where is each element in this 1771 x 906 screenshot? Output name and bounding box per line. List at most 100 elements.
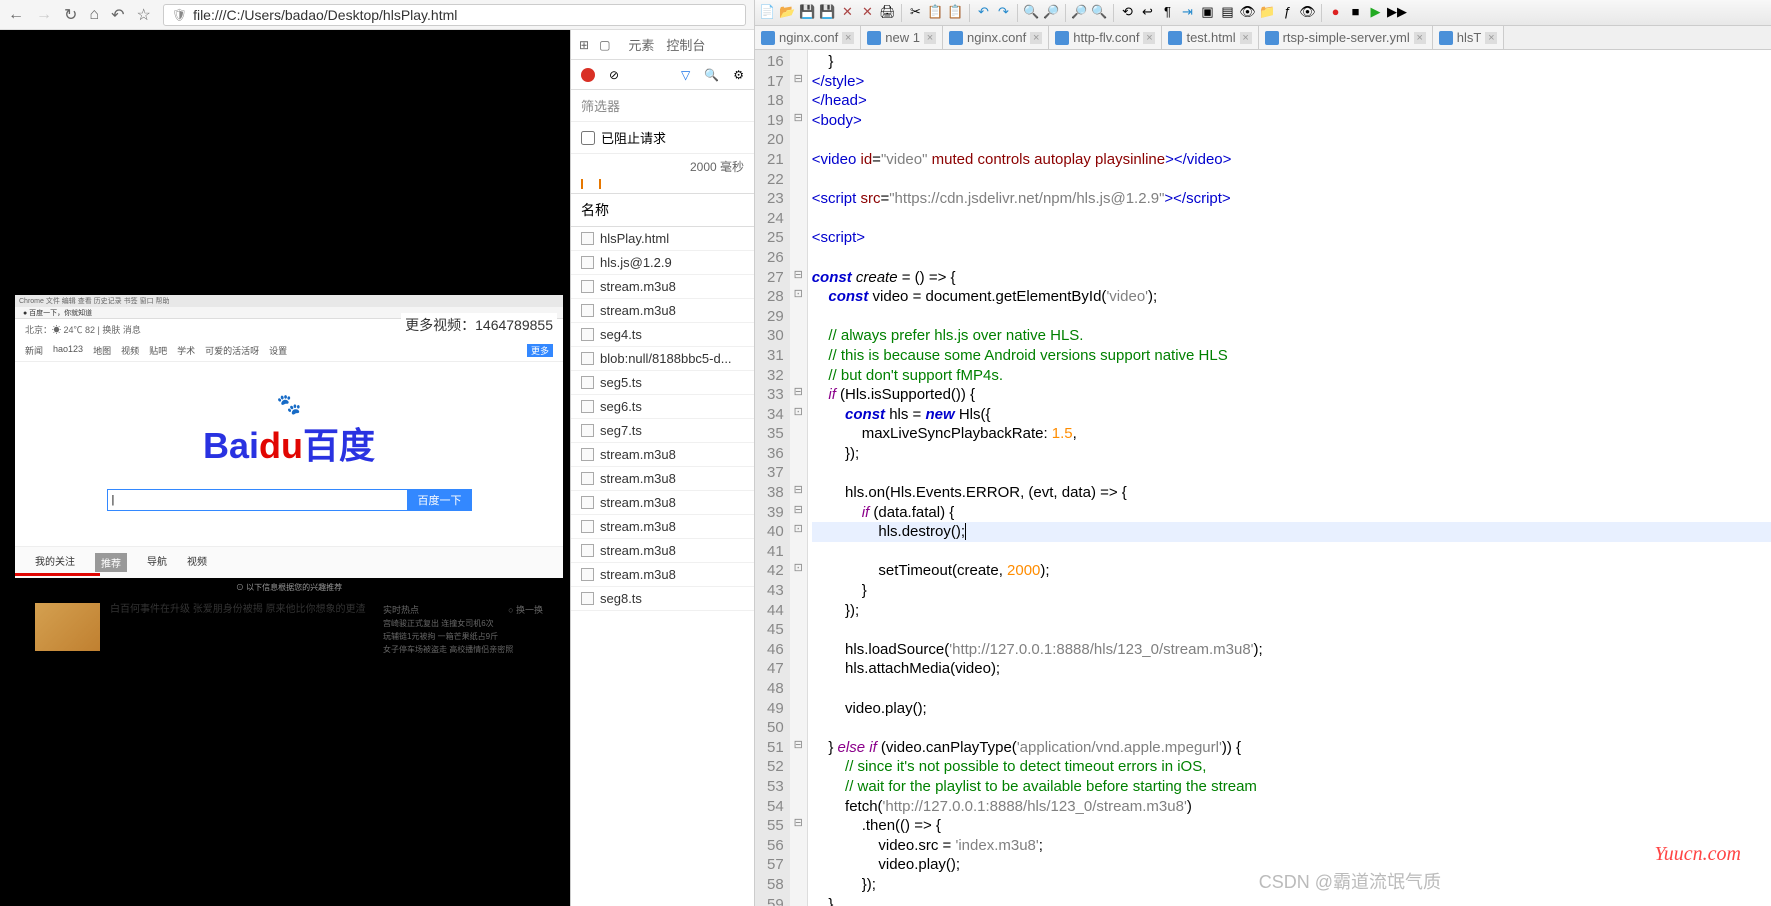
dt-tab[interactable]: 控制台 bbox=[666, 35, 705, 54]
file-tab[interactable]: new 1× bbox=[861, 26, 943, 49]
record-icon[interactable] bbox=[581, 68, 595, 82]
zoomout-icon[interactable]: 🔍 bbox=[1091, 4, 1108, 21]
paste-icon[interactable]: 📋 bbox=[947, 4, 964, 21]
feed-tab[interactable]: 我的关注 bbox=[35, 553, 75, 572]
tab-close-icon[interactable]: × bbox=[924, 32, 936, 44]
network-item[interactable]: stream.m3u8 bbox=[571, 563, 754, 587]
allchars-icon[interactable]: ¶ bbox=[1159, 4, 1176, 21]
nav-more[interactable]: 更多 bbox=[527, 344, 553, 357]
hidden-icon[interactable]: 👁 bbox=[1239, 4, 1256, 21]
rec-icon[interactable]: ● bbox=[1327, 4, 1344, 21]
feed-tab[interactable]: 导航 bbox=[147, 553, 167, 572]
ff-icon[interactable]: ▶▶ bbox=[1387, 4, 1404, 21]
replace-icon[interactable]: 🔎 bbox=[1043, 4, 1060, 21]
network-item[interactable]: stream.m3u8 bbox=[571, 515, 754, 539]
forward-icon[interactable]: → bbox=[36, 6, 52, 24]
copy-icon[interactable]: 📋 bbox=[927, 4, 944, 21]
network-item[interactable]: seg8.ts bbox=[571, 587, 754, 611]
stop-icon[interactable]: ■ bbox=[1347, 4, 1364, 21]
code-area[interactable]: 1617181920212223242526272829303132333435… bbox=[755, 50, 1771, 906]
nav-item[interactable]: 可爱的活活呀 bbox=[205, 344, 259, 357]
fold-icon[interactable]: ▣ bbox=[1199, 4, 1216, 21]
indent-icon[interactable]: ⇥ bbox=[1179, 4, 1196, 21]
dt-tab[interactable]: 元素 bbox=[628, 35, 654, 54]
network-item[interactable]: hlsPlay.html bbox=[571, 227, 754, 251]
redo-icon[interactable]: ↷ bbox=[995, 4, 1012, 21]
network-item[interactable]: stream.m3u8 bbox=[571, 275, 754, 299]
network-item[interactable]: seg7.ts bbox=[571, 419, 754, 443]
network-item[interactable]: hls.js@1.2.9 bbox=[571, 251, 754, 275]
settings-icon[interactable]: ⚙ bbox=[733, 68, 744, 82]
file-tab[interactable]: nginx.conf× bbox=[755, 26, 861, 49]
search-button[interactable]: 百度一下 bbox=[408, 489, 472, 511]
dir-icon[interactable]: 📁 bbox=[1259, 4, 1276, 21]
dock-icon[interactable]: ⊞ bbox=[579, 38, 589, 52]
save-icon[interactable]: 💾 bbox=[799, 4, 816, 21]
device-icon[interactable]: ▢ bbox=[599, 38, 610, 52]
saveall-icon[interactable]: 💾 bbox=[819, 4, 836, 21]
tab-close-icon[interactable]: × bbox=[1143, 32, 1155, 44]
open-icon[interactable]: 📂 bbox=[779, 4, 796, 21]
timeline[interactable]: 2000 毫秒 bbox=[571, 154, 754, 194]
network-item[interactable]: seg4.ts bbox=[571, 323, 754, 347]
undo-icon[interactable]: ↶ bbox=[975, 4, 992, 21]
news-title[interactable]: 白百何事件在升级 张爱朋身份被揭 原来他比你想象的更渣 bbox=[110, 603, 373, 657]
network-item[interactable]: stream.m3u8 bbox=[571, 443, 754, 467]
back-icon[interactable]: ← bbox=[8, 6, 24, 24]
print-icon[interactable]: 🖨 bbox=[879, 4, 896, 21]
new-icon[interactable]: 📄 bbox=[759, 4, 776, 21]
file-tab[interactable]: test.html× bbox=[1162, 26, 1258, 49]
undo-icon[interactable]: ↶ bbox=[111, 5, 124, 25]
home-icon[interactable]: ⌂ bbox=[89, 6, 99, 24]
network-item[interactable]: blob:null/8188bbc5-d... bbox=[571, 347, 754, 371]
play-icon[interactable]: ▶ bbox=[1367, 4, 1384, 21]
search-input[interactable] bbox=[107, 489, 408, 511]
reload-icon[interactable]: ↻ bbox=[64, 5, 77, 25]
tab-close-icon[interactable]: × bbox=[1485, 32, 1497, 44]
network-item[interactable]: stream.m3u8 bbox=[571, 299, 754, 323]
star-icon[interactable]: ☆ bbox=[136, 5, 150, 25]
network-item[interactable]: stream.m3u8 bbox=[571, 539, 754, 563]
file-tab[interactable]: http-flv.conf× bbox=[1049, 26, 1162, 49]
clear-icon[interactable]: ⊘ bbox=[609, 68, 619, 82]
nav-item[interactable]: 视频 bbox=[121, 344, 139, 357]
file-tab[interactable]: rtsp-simple-server.yml× bbox=[1259, 26, 1433, 49]
monitor-icon[interactable]: 👁 bbox=[1299, 4, 1316, 21]
blocked-checkbox[interactable] bbox=[581, 131, 595, 145]
nav-item[interactable]: hao123 bbox=[53, 344, 83, 357]
closeall-icon[interactable]: ✕ bbox=[859, 4, 876, 21]
tab-close-icon[interactable]: × bbox=[1030, 32, 1042, 44]
nav-item[interactable]: 设置 bbox=[269, 344, 287, 357]
file-tab[interactable]: hlsT× bbox=[1433, 26, 1505, 49]
unfold-icon[interactable]: ▤ bbox=[1219, 4, 1236, 21]
url-bar[interactable]: 🛡 file:///C:/Users/badao/Desktop/hlsPlay… bbox=[163, 4, 746, 26]
tab-close-icon[interactable]: × bbox=[842, 32, 854, 44]
nav-item[interactable]: 学术 bbox=[177, 344, 195, 357]
nav-item[interactable]: 贴吧 bbox=[149, 344, 167, 357]
search-icon[interactable]: 🔍 bbox=[704, 68, 719, 82]
blocked-check[interactable]: 已阻止请求 bbox=[571, 122, 754, 154]
nav-item[interactable]: 新闻 bbox=[25, 344, 43, 357]
hot-item[interactable]: 女子停车场被盗走 高校播情侣亲密照 bbox=[383, 644, 543, 655]
cut-icon[interactable]: ✂ bbox=[907, 4, 924, 21]
network-item[interactable]: stream.m3u8 bbox=[571, 491, 754, 515]
network-item[interactable]: seg6.ts bbox=[571, 395, 754, 419]
hot-swap[interactable]: ○ 换一换 bbox=[508, 603, 543, 616]
sync-icon[interactable]: ⟲ bbox=[1119, 4, 1136, 21]
code-content[interactable]: }</style></head><body> <video id="video"… bbox=[808, 50, 1771, 906]
file-tab[interactable]: nginx.conf× bbox=[943, 26, 1049, 49]
wrap-icon[interactable]: ↩ bbox=[1139, 4, 1156, 21]
close-icon[interactable]: ✕ bbox=[839, 4, 856, 21]
filter-icon[interactable]: ▽ bbox=[681, 68, 690, 82]
find-icon[interactable]: 🔍 bbox=[1023, 4, 1040, 21]
filter-label[interactable]: 筛选器 bbox=[571, 90, 754, 122]
hot-item[interactable]: 玩辅链1元被拘 一箱芒果纸占9斤 bbox=[383, 631, 543, 642]
feed-tab-active[interactable]: 推荐 bbox=[95, 553, 127, 572]
nav-item[interactable]: 地图 bbox=[93, 344, 111, 357]
tab-close-icon[interactable]: × bbox=[1240, 32, 1252, 44]
network-item[interactable]: seg5.ts bbox=[571, 371, 754, 395]
network-item[interactable]: stream.m3u8 bbox=[571, 467, 754, 491]
feed-tab[interactable]: 视频 bbox=[187, 553, 207, 572]
zoomin-icon[interactable]: 🔎 bbox=[1071, 4, 1088, 21]
func-icon[interactable]: ƒ bbox=[1279, 4, 1296, 21]
